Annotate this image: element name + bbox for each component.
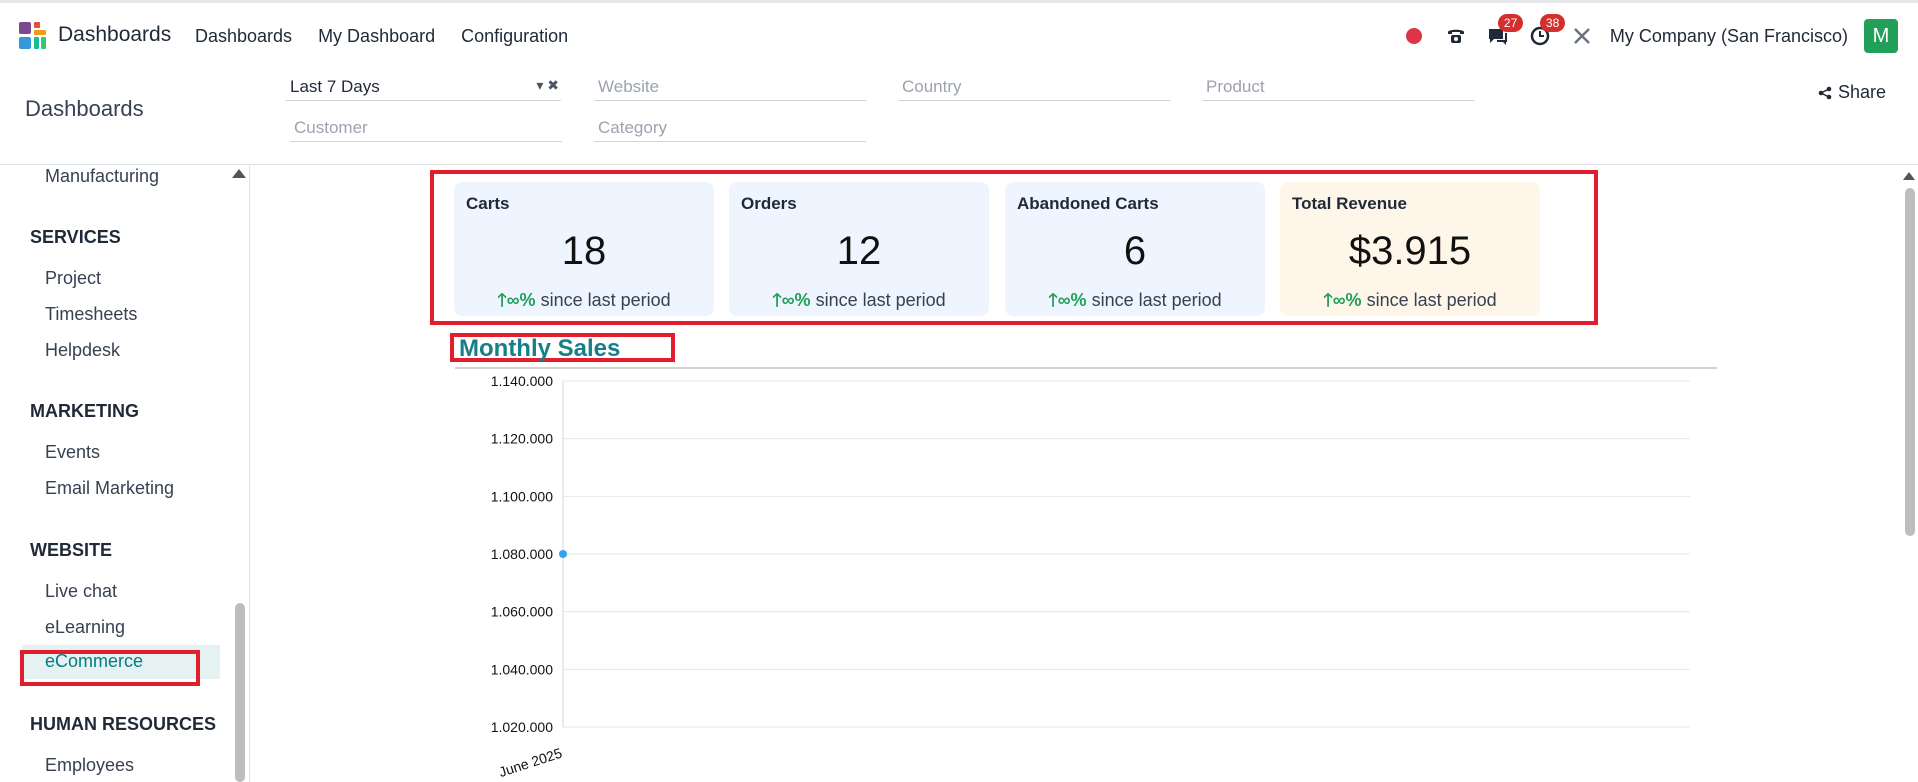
kpi-delta: 🡑∞% since last period: [1005, 288, 1265, 318]
kpi-delta: 🡑∞% since last period: [729, 288, 989, 318]
user-avatar[interactable]: M: [1864, 19, 1898, 53]
kpi-title: Orders: [741, 194, 797, 213]
sidebar-item-elearning[interactable]: eLearning: [45, 617, 125, 638]
arrow-up-icon: 🡑: [772, 290, 782, 310]
kpi-value: $3.915: [1348, 229, 1472, 273]
sidebar-item-employees[interactable]: Employees: [45, 755, 134, 776]
menu-configuration[interactable]: Configuration: [461, 26, 568, 47]
kpi-delta-suffix: since last period: [815, 290, 946, 310]
share-label: Share: [1837, 82, 1886, 102]
sidebar-item-timesheets[interactable]: Timesheets: [45, 304, 137, 325]
sidebar-item-helpdesk[interactable]: Helpdesk: [45, 340, 120, 361]
scroll-up-arrow-icon[interactable]: [232, 169, 246, 178]
customer-filter[interactable]: Customer: [290, 112, 562, 142]
app-title[interactable]: Dashboards: [58, 23, 171, 47]
caret-down-icon[interactable]: ▾: [536, 77, 543, 93]
clock-icon[interactable]: 38: [1526, 14, 1566, 50]
clear-icon[interactable]: ✖: [547, 77, 559, 93]
sidebar-section-marketing: MARKETING: [30, 401, 139, 421]
chat-icon[interactable]: 27: [1484, 14, 1524, 50]
ecommerce-highlight-box: [20, 650, 200, 686]
page-title: Dashboards: [25, 96, 144, 121]
tools-icon[interactable]: [1568, 22, 1596, 50]
x-tick-label: June 2025: [497, 745, 564, 780]
kpi-card-carts[interactable]: Carts 18 🡑∞% since last period: [454, 182, 714, 316]
kpi-delta-suffix: since last period: [1091, 290, 1222, 310]
kpi-title: Total Revenue: [1292, 194, 1407, 213]
kpi-delta-suffix: since last period: [1366, 290, 1497, 310]
country-filter[interactable]: Country: [898, 71, 1170, 101]
category-filter[interactable]: Category: [594, 112, 866, 142]
kpi-title: Carts: [466, 194, 510, 213]
y-tick-label: 1.100.000: [491, 488, 553, 504]
sidebar-item-project[interactable]: Project: [45, 268, 101, 289]
arrow-up-icon: 🡑: [497, 290, 507, 310]
control-panel: Dashboards Last 7 Days ▾ ✖ Website Count…: [0, 66, 1918, 165]
kpi-delta-value: ∞%: [1057, 290, 1087, 310]
sidebar-section-services: SERVICES: [30, 227, 121, 247]
kpi-card-total-revenue[interactable]: Total Revenue $3.915 🡑∞% since last peri…: [1280, 182, 1540, 316]
share-button[interactable]: Share: [1818, 82, 1886, 103]
period-filter[interactable]: Last 7 Days ▾ ✖: [286, 71, 561, 101]
product-filter[interactable]: Product: [1202, 71, 1474, 101]
top-menu: Dashboards My Dashboard Configuration: [195, 26, 568, 47]
sidebar-item-live-chat[interactable]: Live chat: [45, 581, 117, 602]
arrow-up-icon: 🡑: [1323, 290, 1333, 310]
period-filter-value: Last 7 Days: [290, 77, 380, 96]
main-scrollbar[interactable]: [1905, 188, 1915, 536]
kpi-delta-value: ∞%: [506, 290, 536, 310]
systray: 27 38 My Company (San Francisco) M: [1386, 3, 1918, 69]
y-tick-label: 1.020.000: [491, 719, 553, 735]
kpi-title: Abandoned Carts: [1017, 194, 1159, 213]
kpi-delta: 🡑∞% since last period: [1280, 288, 1540, 318]
dashboards-app-icon[interactable]: [18, 21, 48, 51]
kpi-value: 12: [836, 229, 882, 273]
activities-badge: 38: [1539, 14, 1566, 32]
main-scroll-up-icon[interactable]: [1903, 172, 1915, 180]
sidebar-section-website: WEBSITE: [30, 540, 113, 560]
kpi-card-abandoned-carts[interactable]: Abandoned Carts 6 🡑∞% since last period: [1005, 182, 1265, 316]
kpi-delta-suffix: since last period: [540, 290, 671, 310]
y-tick-label: 1.060.000: [491, 604, 553, 620]
kpi-card-orders[interactable]: Orders 12 🡑∞% since last period: [729, 182, 989, 316]
dashboard-sidebar: Manufacturing SERVICES Project Timesheet…: [0, 165, 250, 782]
kpi-value: 18: [561, 229, 607, 273]
phone-icon[interactable]: [1442, 22, 1470, 50]
y-tick-label: 1.120.000: [491, 431, 553, 447]
chart-title: Monthly Sales: [459, 335, 621, 362]
chart-divider: [455, 367, 1717, 369]
sidebar-section-human-resources: HUMAN RESOURCES: [30, 714, 217, 734]
kpi-delta: 🡑∞% since last period: [454, 288, 714, 318]
messages-badge: 27: [1497, 14, 1524, 32]
share-icon: [1818, 86, 1832, 99]
sidebar-item-email-marketing[interactable]: Email Marketing: [45, 478, 174, 499]
recording-dot-icon[interactable]: [1400, 22, 1428, 50]
data-point: [559, 550, 567, 558]
sidebar-item-events[interactable]: Events: [45, 442, 100, 463]
y-tick-label: 1.040.000: [491, 661, 553, 677]
menu-dashboards[interactable]: Dashboards: [195, 26, 292, 47]
sidebar-scrollbar[interactable]: [235, 603, 245, 782]
y-tick-label: 1.140.000: [491, 373, 553, 389]
sidebar-item-manufacturing[interactable]: Manufacturing: [45, 166, 159, 187]
monthly-sales-chart: 1.020.000 1.040.000 1.060.000 1.080.000 1.10…: [491, 373, 1690, 780]
kpi-highlight-box: Carts 18 🡑∞% since last period Orders 12…: [430, 170, 1598, 325]
arrow-up-icon: 🡑: [1048, 290, 1058, 310]
company-switcher[interactable]: My Company (San Francisco): [1610, 26, 1848, 47]
website-filter[interactable]: Website: [594, 71, 866, 101]
menu-my-dashboard[interactable]: My Dashboard: [318, 26, 435, 47]
y-tick-label: 1.080.000: [491, 546, 553, 562]
kpi-delta-value: ∞%: [781, 290, 811, 310]
kpi-delta-value: ∞%: [1332, 290, 1362, 310]
top-navbar: Dashboards Dashboards My Dashboard Confi…: [0, 0, 1918, 66]
kpi-value: 6: [1123, 229, 1147, 273]
